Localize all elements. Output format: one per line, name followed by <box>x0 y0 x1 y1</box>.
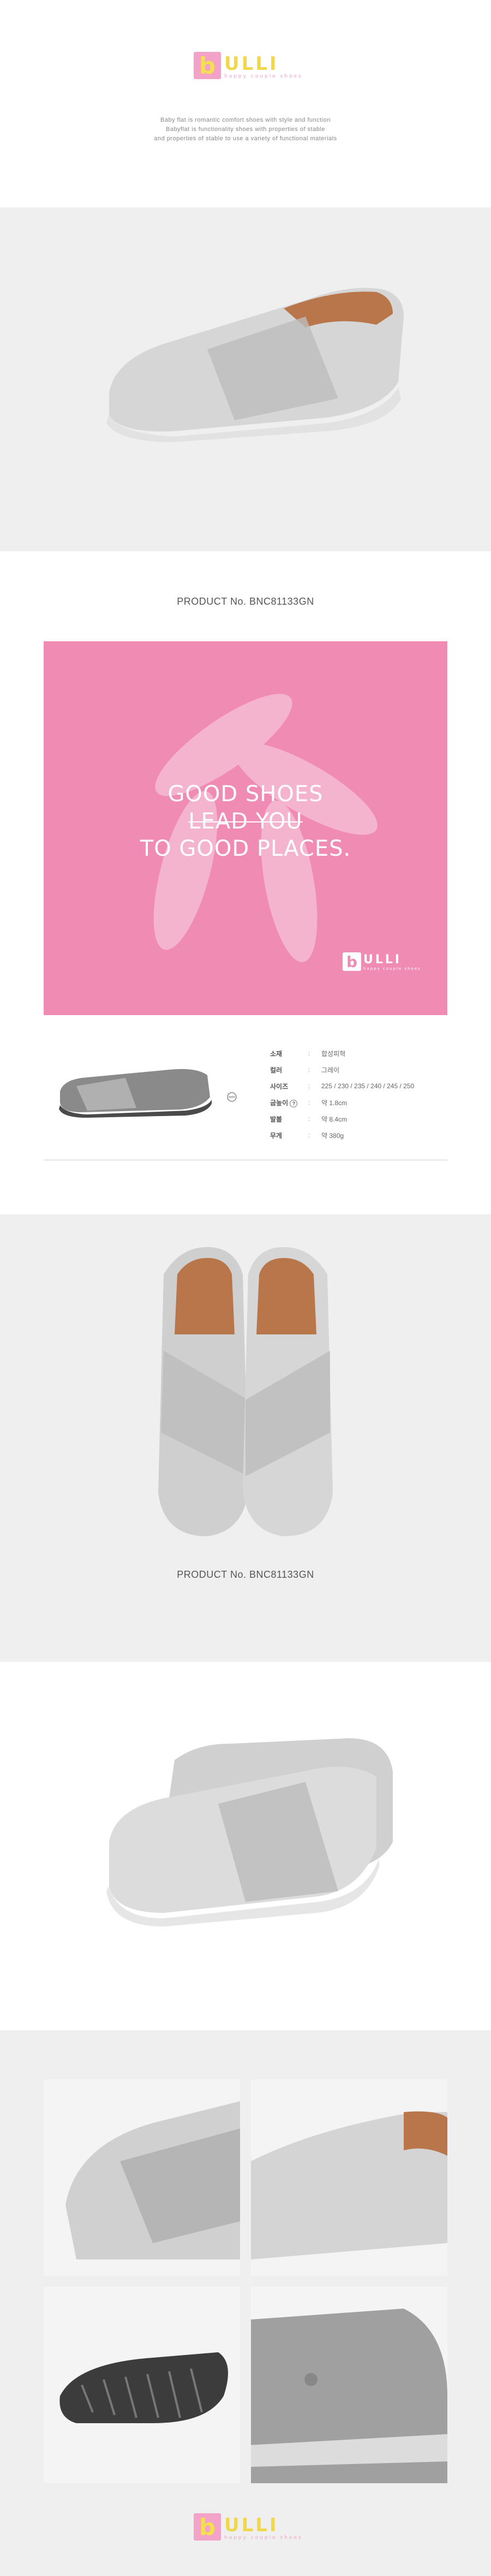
spec-colon: : <box>308 1131 310 1139</box>
spec-colon: : <box>308 1082 310 1090</box>
spec-value: 약 8.4cm <box>321 1115 348 1123</box>
slogan-text: GOOD SHOES LEAD YOU TO GOOD PLACES. <box>44 780 447 862</box>
detail-photo-toe <box>44 2079 240 2276</box>
slogan-line: GOOD SHOES <box>167 782 324 807</box>
product-number: PRODUCT No. BNC81133GN <box>177 1569 314 1580</box>
spec-value: 약 1.8cm <box>321 1099 348 1107</box>
brand-logo: b ULLI happy couple shoes <box>194 52 303 79</box>
shoe-thumbnail-image <box>59 1069 237 1118</box>
logo-mark: b <box>194 52 221 79</box>
spec-value: 225 / 230 / 235 / 240 / 245 / 250 <box>321 1082 415 1090</box>
detail-band: b ULLI happy couple shoes <box>0 2030 491 2576</box>
spec-colon: : <box>308 1066 310 1074</box>
spec-row: 발볼: 약 8.4cm <box>270 1111 450 1127</box>
intro-line: Baby flat is romantic comfort shoes with… <box>160 117 331 123</box>
angled-view-section <box>0 1662 491 2030</box>
spec-colon: : <box>308 1099 310 1106</box>
intro-line: Babyflat is functionality shoes with pro… <box>165 126 326 133</box>
spec-label: 무게 <box>270 1131 283 1140</box>
footer-logo-mark: b <box>194 2513 221 2541</box>
product-number: PRODUCT No. BNC81133GN <box>177 596 314 607</box>
spec-label: 굽높이 ? <box>270 1098 308 1107</box>
intro-text: Baby flat is romantic comfort shoes with… <box>0 116 491 144</box>
slogan-line: TO GOOD PLACES. <box>140 836 351 861</box>
spec-label: 소재 <box>270 1050 283 1058</box>
intro-line: and properties of stable to use a variet… <box>154 135 337 142</box>
panel-logo-tagline: happy couple shoes <box>363 967 421 971</box>
shoe-angled-image <box>106 1738 393 1927</box>
spec-row: 소재: 합성피혁 <box>270 1045 450 1062</box>
spec-row: 사이즈: 225 / 230 / 235 / 240 / 245 / 250 <box>270 1078 450 1094</box>
spec-label: 발볼 <box>270 1115 283 1123</box>
slogan-panel: GOOD SHOES LEAD YOU TO GOOD PLACES. b UL… <box>44 641 447 1015</box>
shoe-top-view-image <box>158 1247 333 1536</box>
footer-logo-wordmark: ULLI <box>224 2514 279 2536</box>
spec-value: 그레이 <box>321 1066 340 1074</box>
spec-row: 무게: 약 380g <box>270 1127 450 1143</box>
shoe-side-image <box>106 288 404 442</box>
spec-row: 컬러: 그레이 <box>270 1062 450 1078</box>
spec-label: 사이즈 <box>270 1082 289 1090</box>
spec-value: 약 380g <box>321 1131 344 1140</box>
spec-table: 소재: 합성피혁 컬러: 그레이 사이즈: 225 / 230 / 235 / 240… <box>270 1045 450 1143</box>
top-view-band: PRODUCT No. BNC81133GN <box>0 1214 491 1662</box>
spec-colon: : <box>308 1050 310 1057</box>
spec-value: 합성피혁 <box>321 1050 346 1058</box>
panel-logo: b ULLI happy couple shoes <box>343 952 421 971</box>
spec-colon: : <box>308 1115 310 1123</box>
detail-photo-sole <box>44 2287 240 2483</box>
logo-wordmark: ULLI <box>224 53 279 75</box>
footer-logo-tagline: happy couple shoes <box>224 2535 303 2541</box>
spec-row: 굽높이 ?: 약 1.8cm <box>270 1094 450 1111</box>
slogan-line: LEAD YOU <box>188 809 303 834</box>
spec-label: 컬러 <box>270 1066 283 1074</box>
detail-photo-heel <box>251 2079 447 2276</box>
hero-band <box>0 207 491 551</box>
info-icon[interactable]: ? <box>290 1099 298 1107</box>
footer-logo: b ULLI happy couple shoes <box>194 2513 303 2541</box>
panel-logo-wordmark: ULLI <box>363 953 402 967</box>
detail-photo-side <box>251 2287 447 2483</box>
spec-label-text: 굽높이 <box>270 1099 289 1107</box>
logo-tagline: happy couple shoes <box>224 74 303 79</box>
panel-logo-mark: b <box>343 952 361 971</box>
